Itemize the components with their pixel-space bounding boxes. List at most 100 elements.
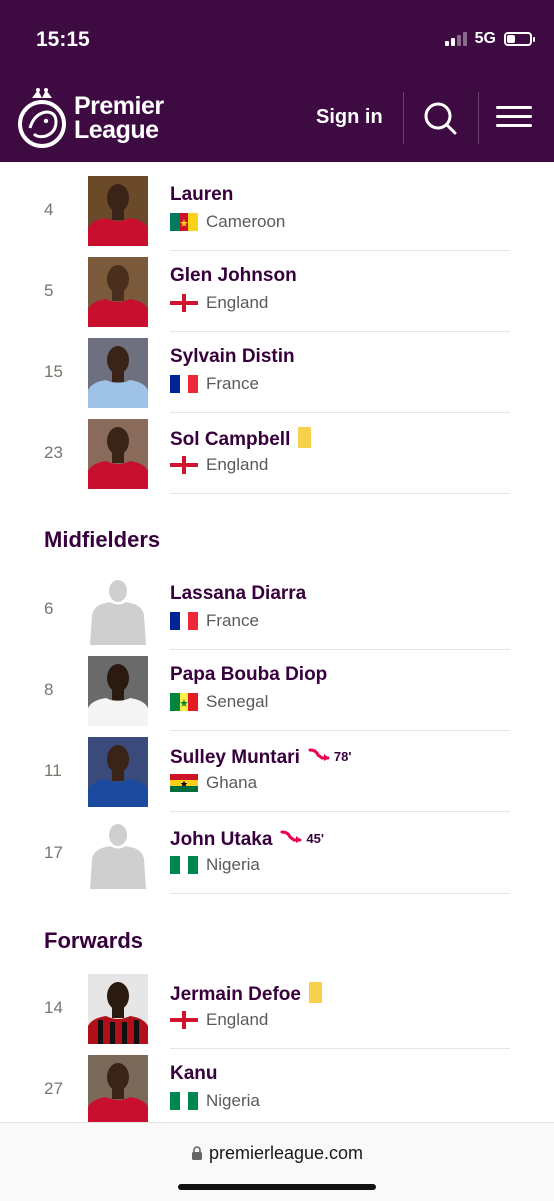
player-name-line: Sylvain Distin bbox=[170, 346, 295, 368]
player-row[interactable]: 27 Kanu Nigeria bbox=[0, 1049, 554, 1130]
player-name[interactable]: Sulley Muntari bbox=[170, 747, 300, 768]
yellow-card-icon bbox=[308, 982, 322, 1003]
url-text: premierleague.com bbox=[208, 1143, 364, 1163]
player-number: 8 bbox=[44, 680, 54, 699]
premier-league-logo[interactable]: Premier League bbox=[16, 88, 164, 148]
player-row[interactable]: 14 Jermain Defoe England bbox=[0, 968, 554, 1049]
player-number: 23 bbox=[44, 443, 63, 462]
section-title-forwards: Forwards bbox=[44, 928, 144, 953]
player-name-line: Lauren bbox=[170, 184, 233, 206]
player-name-line: Jermain Defoe bbox=[170, 982, 322, 1006]
player-name[interactable]: John Utaka bbox=[170, 829, 272, 850]
player-photo bbox=[88, 737, 148, 807]
player-photo bbox=[88, 257, 148, 327]
player-row[interactable]: 6 Lassana Diarra France bbox=[0, 569, 554, 650]
player-number: 15 bbox=[44, 362, 63, 381]
player-name[interactable]: Lassana Diarra bbox=[170, 583, 306, 604]
player-photo bbox=[88, 974, 148, 1044]
player-row[interactable]: 5 Glen Johnson England bbox=[0, 251, 554, 332]
player-number: 14 bbox=[44, 998, 63, 1017]
player-name[interactable]: Sylvain Distin bbox=[170, 346, 295, 367]
status-indicators: 5G bbox=[444, 30, 535, 48]
lion-icon bbox=[18, 88, 66, 148]
player-name[interactable]: Glen Johnson bbox=[170, 265, 297, 286]
player-photo bbox=[88, 819, 148, 889]
player-name-line: Sol Campbell bbox=[170, 427, 312, 451]
substitution-minute: 45' bbox=[306, 830, 324, 846]
url-bar[interactable]: premierleague.com bbox=[0, 1143, 554, 1164]
player-name[interactable]: Jermain Defoe bbox=[170, 984, 301, 1005]
battery-icon bbox=[504, 32, 535, 46]
player-nationality: England bbox=[170, 293, 268, 313]
player-nationality: Ghana bbox=[170, 773, 257, 793]
search-icon bbox=[424, 102, 457, 135]
player-row[interactable]: 11 Sulley Muntari 78' Ghana bbox=[0, 731, 554, 812]
nationality-label: France bbox=[206, 374, 259, 393]
france-flag-icon bbox=[170, 375, 198, 393]
cameroon-flag-icon bbox=[170, 213, 198, 231]
status-time: 15:15 bbox=[36, 28, 90, 51]
england-flag-icon bbox=[170, 456, 198, 474]
player-row[interactable]: 8 Papa Bouba Diop Senegal bbox=[0, 650, 554, 731]
player-number: 11 bbox=[44, 761, 62, 780]
player-nationality: Senegal bbox=[170, 692, 268, 712]
player-name-line: Lassana Diarra bbox=[170, 583, 306, 605]
player-photo bbox=[88, 338, 148, 408]
browser-bar: premierleague.com bbox=[0, 1122, 554, 1201]
player-photo bbox=[88, 176, 148, 246]
player-name[interactable]: Papa Bouba Diop bbox=[170, 664, 327, 685]
player-name[interactable]: Lauren bbox=[170, 184, 233, 205]
row-divider bbox=[170, 811, 510, 812]
player-name[interactable]: Sol Campbell bbox=[170, 429, 290, 450]
player-name[interactable]: Kanu bbox=[170, 1063, 218, 1084]
england-flag-icon bbox=[170, 294, 198, 312]
england-flag-icon bbox=[170, 1011, 198, 1029]
player-photo bbox=[88, 656, 148, 726]
player-name-line: Papa Bouba Diop bbox=[170, 664, 327, 686]
player-row[interactable]: 4 Lauren Cameroon bbox=[0, 170, 554, 251]
player-nationality: Cameroon bbox=[170, 212, 285, 232]
home-indicator[interactable] bbox=[178, 1184, 376, 1190]
player-nationality: England bbox=[170, 455, 268, 475]
yellow-card-icon bbox=[298, 427, 312, 448]
player-number: 17 bbox=[44, 843, 63, 862]
hamburger-icon bbox=[496, 106, 532, 109]
player-name-line: John Utaka 45' bbox=[170, 827, 324, 851]
row-divider bbox=[170, 493, 510, 494]
substitution-indicator: 45' bbox=[280, 827, 324, 849]
top-bar: 15:15 5G Premier League Sign in bbox=[0, 0, 554, 162]
player-number: 27 bbox=[44, 1079, 63, 1098]
nigeria-flag-icon bbox=[170, 856, 198, 874]
player-nationality: France bbox=[170, 374, 259, 394]
row-divider bbox=[170, 893, 510, 894]
player-name-line: Glen Johnson bbox=[170, 265, 297, 287]
player-number: 6 bbox=[44, 599, 54, 618]
nationality-label: Nigeria bbox=[206, 855, 260, 874]
nationality-label: Cameroon bbox=[206, 212, 286, 231]
section-title-midfielders: Midfielders bbox=[44, 527, 161, 552]
player-photo bbox=[88, 1055, 148, 1125]
france-flag-icon bbox=[170, 612, 198, 630]
substitution-minute: 78' bbox=[333, 748, 352, 764]
menu-button[interactable] bbox=[496, 106, 532, 130]
header-divider bbox=[478, 92, 479, 144]
signal-icon bbox=[444, 32, 467, 46]
player-row[interactable]: 17 John Utaka 45' Nigeria bbox=[0, 813, 554, 894]
player-photo bbox=[88, 419, 148, 489]
player-name-line: Kanu bbox=[170, 1063, 218, 1085]
nationality-label: Senegal bbox=[206, 692, 269, 711]
player-row[interactable]: 23 Sol Campbell England bbox=[0, 413, 554, 494]
substitution-indicator: 78' bbox=[308, 745, 352, 767]
substitution-icon bbox=[280, 827, 302, 849]
player-row[interactable]: 15 Sylvain Distin France bbox=[0, 332, 554, 413]
ghana-flag-icon bbox=[170, 774, 198, 792]
logo-text-line1: Premier bbox=[74, 92, 164, 120]
network-label: 5G bbox=[474, 30, 496, 47]
search-button[interactable] bbox=[422, 100, 458, 136]
senegal-flag-icon bbox=[170, 693, 198, 711]
nationality-label: France bbox=[206, 611, 259, 630]
sign-in-link[interactable]: Sign in bbox=[316, 106, 383, 129]
header-divider bbox=[403, 92, 404, 144]
player-photo bbox=[88, 575, 148, 645]
player-number: 4 bbox=[44, 200, 54, 219]
